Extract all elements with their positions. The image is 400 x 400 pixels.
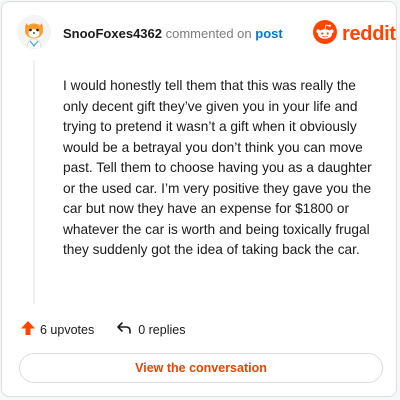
- reddit-alien-icon: [313, 20, 337, 49]
- reddit-logo[interactable]: reddit: [313, 20, 396, 49]
- thread-line: [33, 60, 35, 304]
- reply-arrow-icon[interactable]: [116, 320, 132, 339]
- post-link[interactable]: post: [255, 26, 282, 41]
- comment-body: I would honestly tell them that this was…: [63, 78, 372, 257]
- reply-action[interactable]: 0 replies: [116, 320, 185, 339]
- comment-card: SnooFoxes4362 commented on post reddit I…: [1, 1, 397, 397]
- snoo-fox-avatar-icon[interactable]: [17, 15, 51, 49]
- view-conversation-button[interactable]: View the conversation: [19, 353, 383, 383]
- comment-header: SnooFoxes4362 commented on post: [63, 26, 283, 41]
- commented-on-text: commented on: [165, 26, 252, 41]
- upvote-action[interactable]: 6 upvotes: [20, 320, 94, 339]
- username-link[interactable]: SnooFoxes4362: [63, 26, 162, 41]
- comment-actions: 6 upvotes 0 replies: [20, 320, 185, 339]
- upvotes-count: 6 upvotes: [40, 322, 95, 337]
- replies-count: 0 replies: [138, 322, 186, 337]
- reddit-wordmark: reddit: [342, 23, 396, 45]
- upvote-arrow-icon[interactable]: [20, 320, 36, 339]
